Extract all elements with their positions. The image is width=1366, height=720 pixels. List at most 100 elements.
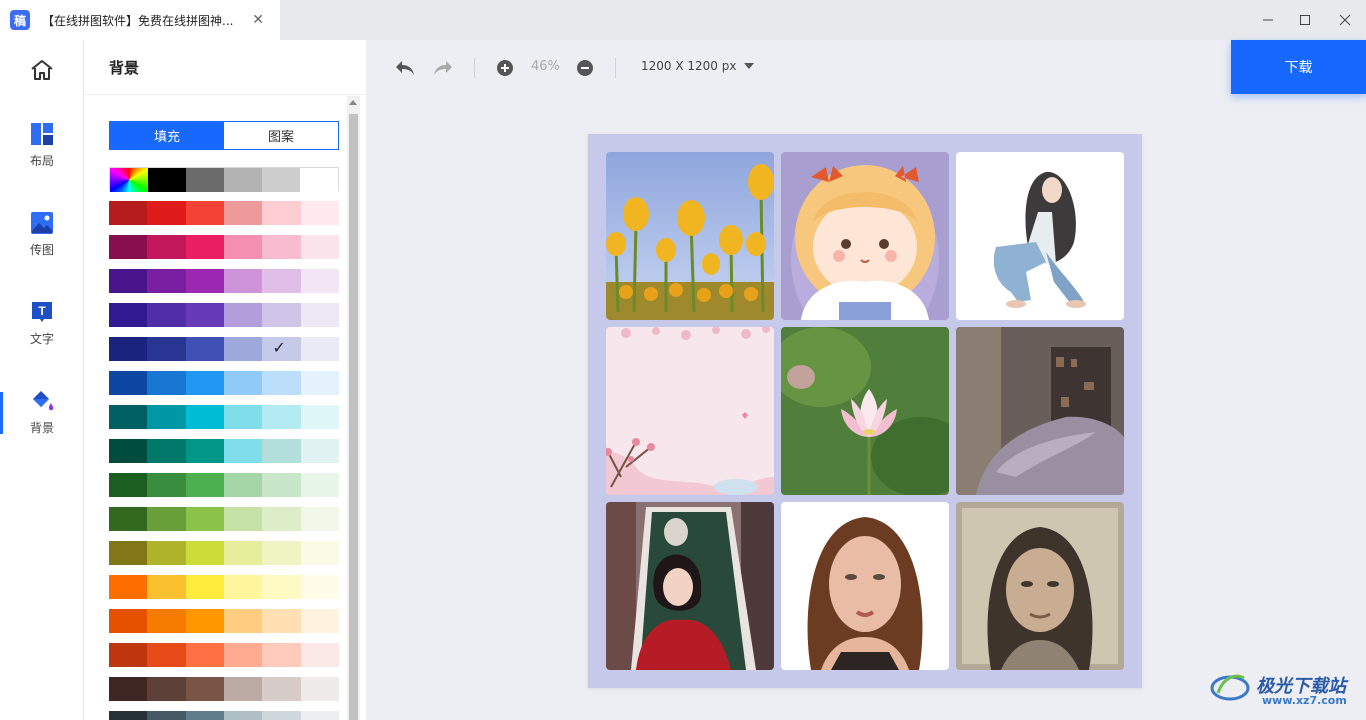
nav-background[interactable]: 背景	[0, 389, 84, 436]
color-swatch[interactable]	[262, 269, 301, 293]
color-swatch[interactable]	[109, 575, 148, 599]
color-swatch[interactable]	[300, 371, 339, 395]
panel-scrollbar[interactable]	[347, 96, 360, 720]
color-swatch[interactable]	[147, 439, 186, 463]
color-swatch[interactable]	[185, 269, 224, 293]
zoom-out-icon[interactable]	[573, 56, 597, 80]
bedroom-photo[interactable]	[956, 327, 1124, 495]
tab-pattern[interactable]: 图案	[224, 122, 338, 149]
color-swatch[interactable]	[300, 235, 339, 259]
color-swatch[interactable]	[262, 371, 301, 395]
color-swatch[interactable]	[262, 473, 301, 497]
color-swatch[interactable]	[147, 575, 186, 599]
color-swatch[interactable]	[147, 371, 186, 395]
woman-portrait-photo[interactable]	[781, 502, 949, 670]
color-swatch[interactable]	[262, 609, 301, 633]
color-swatch[interactable]	[262, 168, 300, 192]
tab-close-icon[interactable]: ✕	[252, 12, 264, 28]
color-swatch[interactable]	[109, 541, 148, 565]
color-swatch[interactable]	[109, 337, 148, 361]
color-swatch[interactable]	[185, 405, 224, 429]
color-swatch[interactable]	[147, 201, 186, 225]
color-swatch[interactable]	[185, 711, 224, 720]
color-swatch[interactable]	[109, 371, 148, 395]
color-swatch[interactable]	[223, 439, 263, 463]
color-swatch[interactable]	[109, 303, 148, 327]
download-button[interactable]: 下载	[1231, 40, 1366, 94]
color-swatch[interactable]	[109, 507, 148, 531]
color-swatch[interactable]	[262, 507, 301, 531]
color-swatch[interactable]	[109, 235, 148, 259]
color-swatch[interactable]	[300, 269, 339, 293]
nav-text[interactable]: T 文字	[0, 300, 84, 347]
color-swatch[interactable]	[262, 541, 301, 565]
color-swatch[interactable]	[300, 303, 339, 327]
color-swatch[interactable]	[300, 507, 339, 531]
color-swatch[interactable]	[147, 609, 186, 633]
color-swatch[interactable]	[262, 677, 301, 701]
nav-layout[interactable]: 布局	[0, 122, 84, 169]
color-swatch[interactable]	[262, 643, 301, 667]
color-swatch[interactable]	[185, 473, 224, 497]
color-swatch[interactable]	[223, 507, 263, 531]
color-swatch[interactable]	[185, 643, 224, 667]
color-swatch[interactable]	[147, 677, 186, 701]
collage-canvas[interactable]	[588, 134, 1142, 688]
color-swatch[interactable]	[185, 575, 224, 599]
color-swatch[interactable]	[300, 473, 339, 497]
color-swatch[interactable]	[109, 405, 148, 429]
sitting-girl-sketch[interactable]	[956, 152, 1124, 320]
color-swatch[interactable]	[262, 201, 301, 225]
color-swatch[interactable]	[262, 235, 301, 259]
close-window-icon[interactable]	[1335, 10, 1355, 30]
nav-home[interactable]	[0, 58, 84, 82]
maximize-icon[interactable]	[1295, 10, 1315, 30]
color-swatch[interactable]	[185, 677, 224, 701]
color-swatch[interactable]	[185, 541, 224, 565]
color-swatch[interactable]	[147, 269, 186, 293]
color-swatch[interactable]	[109, 439, 148, 463]
color-swatch[interactable]	[148, 168, 186, 192]
color-swatch[interactable]	[300, 405, 339, 429]
color-swatch[interactable]	[109, 711, 148, 720]
color-swatch[interactable]	[223, 201, 263, 225]
color-swatch[interactable]	[223, 303, 263, 327]
pink-blossom-background[interactable]	[606, 327, 774, 495]
color-swatch[interactable]	[262, 405, 301, 429]
color-swatch[interactable]	[147, 541, 186, 565]
nav-upload[interactable]: 传图	[0, 211, 84, 258]
color-swatch[interactable]	[147, 235, 186, 259]
color-swatch[interactable]	[147, 337, 186, 361]
color-swatch[interactable]	[300, 643, 339, 667]
scroll-up-arrow-icon[interactable]	[349, 100, 357, 105]
color-swatch[interactable]	[223, 371, 263, 395]
color-swatch[interactable]	[224, 168, 262, 192]
color-swatch[interactable]	[109, 473, 148, 497]
color-swatch[interactable]	[300, 711, 339, 720]
minimize-icon[interactable]	[1258, 10, 1278, 30]
color-swatch[interactable]	[147, 473, 186, 497]
color-swatch[interactable]	[185, 303, 224, 327]
color-swatch[interactable]	[223, 269, 263, 293]
browser-tab[interactable]: 稿 【在线拼图软件】免费在线拼图神... ✕	[0, 0, 280, 40]
scroll-thumb[interactable]	[349, 114, 358, 720]
color-swatch[interactable]	[109, 677, 148, 701]
color-swatch[interactable]	[223, 235, 263, 259]
color-swatch[interactable]	[147, 303, 186, 327]
lotus-flower-photo[interactable]	[781, 327, 949, 495]
color-swatch[interactable]	[185, 337, 224, 361]
color-swatch[interactable]	[300, 541, 339, 565]
color-swatch[interactable]	[147, 643, 186, 667]
color-swatch[interactable]	[223, 677, 263, 701]
color-swatch[interactable]	[185, 507, 224, 531]
undo-icon[interactable]	[393, 56, 417, 80]
color-swatch[interactable]	[300, 337, 339, 361]
color-swatch[interactable]	[223, 541, 263, 565]
custom-color-picker[interactable]	[110, 168, 148, 192]
color-swatch[interactable]	[185, 201, 224, 225]
color-swatch[interactable]	[186, 168, 224, 192]
color-swatch[interactable]	[185, 439, 224, 463]
color-swatch[interactable]	[223, 643, 263, 667]
color-swatch[interactable]	[223, 609, 263, 633]
color-swatch[interactable]	[262, 303, 301, 327]
